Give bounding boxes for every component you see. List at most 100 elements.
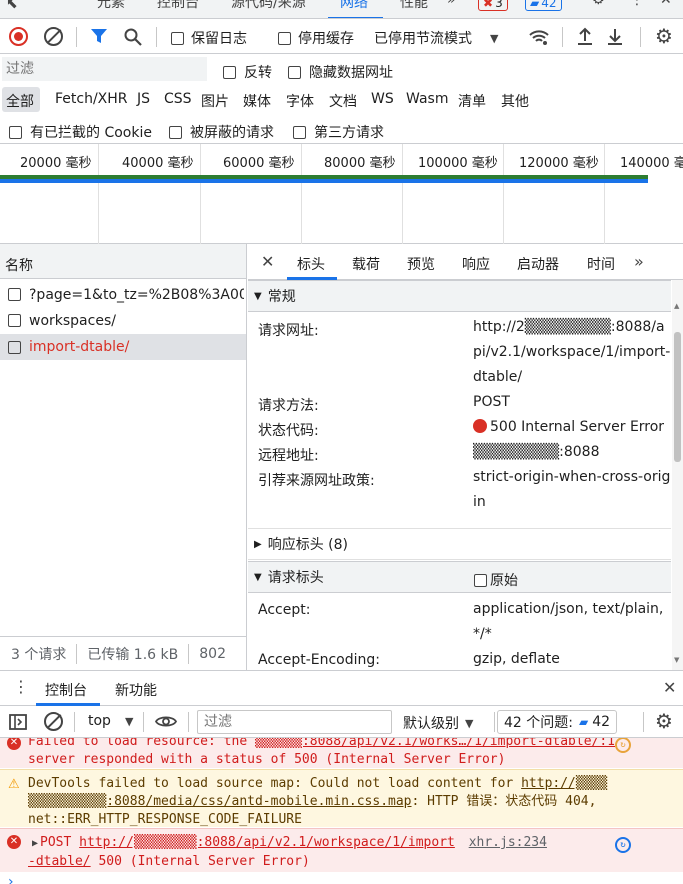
live-expression-eye-icon[interactable]: [155, 714, 177, 729]
type-other[interactable]: 其他: [501, 91, 529, 111]
error-icon: ✖: [483, 0, 494, 10]
tab-elements[interactable]: 元素: [97, 0, 125, 12]
network-status-bar: 3 个请求 已传输 1.6 kB 802 B: [0, 636, 247, 670]
console-error-message: ✕ Failed to load resource: the ▒▒▒▒▒▒:80…: [0, 738, 683, 768]
table-row[interactable]: workspaces/: [0, 308, 246, 333]
table-row[interactable]: ?page=1&to_tz=%2B08%3A00: [0, 282, 246, 307]
tab-headers[interactable]: 标头: [297, 254, 325, 274]
clear-log-icon[interactable]: [44, 27, 63, 46]
log-levels-select[interactable]: 默认级别 ▼: [403, 713, 473, 733]
response-headers-section[interactable]: ▶ 响应标头 (8): [248, 528, 671, 560]
drawer-tab-console[interactable]: 控制台: [45, 680, 87, 700]
import-har-icon[interactable]: [576, 27, 594, 46]
details-scrollbar[interactable]: ▲ ▼: [672, 280, 683, 670]
timeline-tick: 80000 毫秒: [324, 156, 396, 171]
more-tabs-icon[interactable]: »: [447, 0, 456, 8]
blocked-requests-checkbox[interactable]: 被屏蔽的请求: [169, 122, 274, 142]
tab-timing[interactable]: 时间: [587, 254, 615, 274]
third-party-checkbox[interactable]: 第三方请求: [293, 122, 384, 142]
network-settings-gear-icon[interactable]: ⚙: [655, 24, 673, 48]
throttling-select[interactable]: 已停用节流模式 ▼: [374, 28, 498, 48]
row-checkbox[interactable]: [8, 288, 21, 301]
console-settings-gear-icon[interactable]: ⚙: [655, 709, 673, 733]
timeline-tick: 140000 毫秒: [620, 156, 683, 171]
row-checkbox[interactable]: [8, 340, 21, 354]
tab-sources[interactable]: 源代码/来源: [231, 0, 306, 12]
type-css[interactable]: CSS: [164, 91, 192, 107]
resource-type-filter: 全部 Fetch/XHR JS CSS 图片 媒体 字体 文档 WS Wasm …: [0, 85, 683, 114]
request-method-value: POST: [473, 394, 510, 410]
record-stop-icon[interactable]: [9, 27, 28, 46]
general-section-header[interactable]: ▼ 常规: [248, 280, 671, 312]
type-font[interactable]: 字体: [286, 91, 314, 111]
warning-icon: ⚠: [8, 777, 20, 792]
request-headers-section[interactable]: ▼ 请求标头 原始: [248, 561, 671, 593]
type-doc[interactable]: 文档: [329, 91, 357, 111]
network-panel-link-icon[interactable]: ↻: [615, 837, 631, 853]
console-toolbar: top▼ 默认级别▼ 42 个问题: ▰ 42 ⚙: [0, 706, 683, 738]
hide-data-urls-checkbox[interactable]: 隐藏数据网址: [288, 62, 393, 82]
preserve-log-checkbox[interactable]: 保留日志: [171, 28, 247, 48]
blocked-filters: 有已拦截的 Cookie 被屏蔽的请求 第三方请求: [0, 114, 683, 144]
request-url-link[interactable]: -dtable/: [28, 854, 91, 869]
close-devtools-icon[interactable]: ✕: [660, 0, 672, 8]
type-all[interactable]: 全部: [6, 91, 34, 111]
console-filter-input[interactable]: [197, 710, 392, 734]
tab-network[interactable]: 网络: [340, 0, 368, 12]
error-icon: ✕: [7, 738, 21, 750]
tab-preview[interactable]: 预览: [407, 254, 435, 274]
filter-input[interactable]: [2, 57, 207, 81]
issues-counter-button[interactable]: 42 个问题: ▰ 42: [497, 710, 618, 734]
source-map-link[interactable]: http://▒▒▒▒: [521, 776, 607, 791]
settings-gear-icon[interactable]: ⚙: [592, 0, 605, 8]
type-ws[interactable]: WS: [371, 91, 394, 107]
remote-address-value: ▒▒▒▒▒▒▒▒:8088: [473, 444, 600, 460]
status-code-value: 500 Internal Server Error: [490, 419, 665, 435]
source-map-link[interactable]: ▒▒▒▒▒▒▒▒▒▒:8088/media/css/antd-mobile.mi…: [28, 794, 412, 809]
close-drawer-icon[interactable]: ✕: [663, 678, 676, 697]
status-error-dot-icon: [473, 419, 487, 433]
issues-badge[interactable]: ▰ 42: [525, 0, 562, 11]
clear-console-icon[interactable]: [44, 712, 63, 731]
errors-badge[interactable]: ✖ 3: [478, 0, 508, 11]
table-row-selected[interactable]: import-dtable/: [0, 334, 246, 360]
expand-triangle-icon[interactable]: ▶: [32, 838, 38, 849]
referrer-policy-value: strict-origin-when-cross-origin: [473, 469, 671, 510]
tab-response[interactable]: 响应: [462, 254, 490, 274]
tab-payload[interactable]: 载荷: [352, 254, 380, 274]
type-manifest[interactable]: 清单: [458, 91, 486, 111]
disable-cache-checkbox[interactable]: 停用缓存: [278, 28, 354, 48]
console-prompt-icon[interactable]: ›: [8, 874, 14, 884]
blocked-cookies-checkbox[interactable]: 有已拦截的 Cookie: [9, 122, 152, 142]
raw-headers-checkbox[interactable]: 原始: [474, 570, 518, 590]
sidebar-toggle-icon[interactable]: [9, 713, 27, 731]
invert-checkbox[interactable]: 反转: [223, 62, 272, 82]
more-options-icon[interactable]: ⋮: [630, 0, 644, 8]
source-location-link[interactable]: xhr.js:234: [469, 835, 547, 850]
filter-icon[interactable]: [90, 28, 108, 45]
search-icon[interactable]: [124, 28, 142, 46]
export-har-icon[interactable]: [606, 27, 624, 46]
request-url-link[interactable]: http://▒▒▒▒▒▒▒▒:8088/api/v2.1/workspace/…: [79, 835, 455, 850]
timeline-overview[interactable]: 20000 毫秒 40000 毫秒 60000 毫秒 80000 毫秒 1000…: [0, 144, 683, 244]
resource-link[interactable]: ▒▒▒▒▒▒:8088/api/v2.1/works…/1/import-dta…: [255, 738, 615, 749]
detail-tabs: ✕ 标头 载荷 预览 响应 启动器 时间 »: [248, 244, 683, 280]
network-conditions-icon[interactable]: [528, 28, 550, 46]
more-tabs-icon[interactable]: »: [634, 252, 644, 271]
list-header[interactable]: 名称: [0, 244, 246, 279]
type-fetch-xhr[interactable]: Fetch/XHR: [55, 91, 128, 107]
type-wasm[interactable]: Wasm: [406, 91, 448, 107]
drawer-menu-icon[interactable]: ⋮: [13, 677, 29, 696]
tab-console[interactable]: 控制台: [157, 0, 199, 12]
inspect-element-icon[interactable]: ⬉: [6, 0, 18, 12]
context-select[interactable]: top ▼: [88, 713, 133, 729]
type-img[interactable]: 图片: [201, 91, 229, 111]
tab-performance[interactable]: 性能: [400, 0, 428, 12]
drawer-tab-whats-new[interactable]: 新功能: [115, 680, 157, 700]
expand-triangle-icon: ▼: [254, 571, 262, 583]
type-js[interactable]: JS: [137, 91, 150, 107]
row-checkbox[interactable]: [8, 314, 21, 327]
type-media[interactable]: 媒体: [243, 91, 271, 111]
close-details-icon[interactable]: ✕: [261, 252, 274, 271]
tab-initiator[interactable]: 启动器: [517, 254, 559, 274]
